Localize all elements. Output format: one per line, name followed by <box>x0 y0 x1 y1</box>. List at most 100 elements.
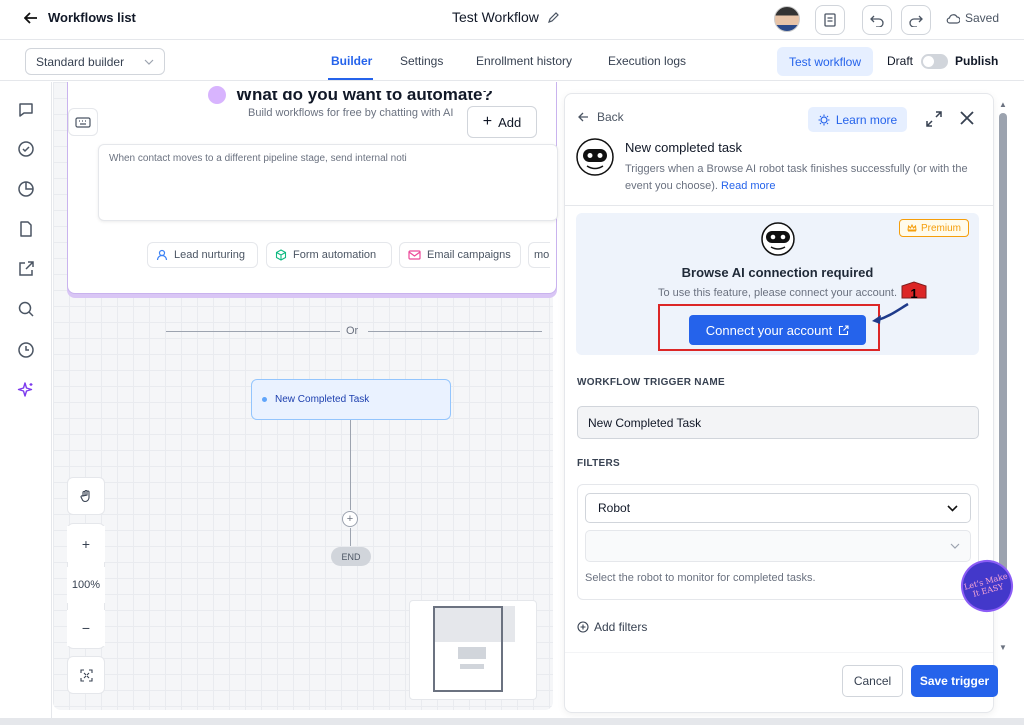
back-to-workflows-link[interactable]: Workflows list <box>24 10 136 25</box>
arrow-left-icon <box>578 112 588 122</box>
pencil-icon[interactable] <box>547 11 560 24</box>
premium-badge: Premium <box>899 219 969 237</box>
history-doc-button[interactable] <box>815 5 845 35</box>
trigger-description: Triggers when a Browse AI robot task fin… <box>625 161 975 195</box>
undo-button[interactable] <box>862 5 892 35</box>
publish-toggle[interactable] <box>921 54 948 69</box>
workflow-title[interactable]: Test Workflow <box>452 9 560 25</box>
chip-lead-nurturing[interactable]: Lead nurturing <box>147 242 258 268</box>
node-label: New Completed Task <box>275 394 370 405</box>
chevron-down-icon <box>144 59 154 65</box>
redo-button[interactable] <box>901 5 931 35</box>
mail-icon <box>408 250 421 260</box>
connect-account-button[interactable]: Connect your account <box>689 315 866 345</box>
left-rail <box>0 82 52 725</box>
test-workflow-button[interactable]: Test workflow <box>777 47 873 76</box>
add-step-button[interactable]: + <box>342 511 358 527</box>
chip-label: Lead nurturing <box>174 249 245 261</box>
file-icon[interactable] <box>17 220 35 238</box>
filters-label: FILTERS <box>577 458 621 469</box>
trigger-title: New completed task <box>625 140 743 155</box>
active-tab-underline <box>328 78 373 80</box>
zoom-in-button[interactable]: + <box>67 526 105 562</box>
panel-back-label: Back <box>597 110 624 124</box>
chevron-down-icon <box>950 543 960 549</box>
zoom-out-button[interactable]: − <box>67 610 105 646</box>
chip-form-automation[interactable]: Form automation <box>266 242 392 268</box>
add-label: Add <box>498 114 522 130</box>
document-icon <box>824 13 836 27</box>
workflow-title-text: Test Workflow <box>452 9 539 25</box>
expand-icon[interactable] <box>925 110 943 128</box>
panel-divider <box>565 205 993 206</box>
connection-title: Browse AI connection required <box>681 265 874 280</box>
sparkle-icon[interactable] <box>17 381 35 399</box>
scroll-up-arrow[interactable]: ▲ <box>999 100 1007 109</box>
divider-line <box>166 331 340 332</box>
builder-mode-select[interactable]: Standard builder <box>25 48 165 75</box>
close-icon[interactable] <box>958 109 976 127</box>
pie-chart-icon[interactable] <box>17 180 35 198</box>
chip-label: Email campaigns <box>427 249 511 261</box>
save-status: Saved <box>946 11 999 25</box>
chip-more[interactable]: mo <box>528 242 550 268</box>
add-button[interactable]: + Add <box>467 106 537 138</box>
learn-more-label: Learn more <box>835 112 898 127</box>
keyboard-icon <box>75 116 91 128</box>
fit-screen-icon <box>79 668 93 682</box>
saved-label: Saved <box>965 11 1000 25</box>
cancel-button[interactable]: Cancel <box>842 665 903 697</box>
trigger-name-label: WORKFLOW TRIGGER NAME <box>577 377 725 388</box>
lightbulb-icon <box>818 114 830 125</box>
or-label: Or <box>346 325 359 337</box>
search-icon[interactable] <box>17 300 35 318</box>
tab-builder[interactable]: Builder <box>331 54 372 68</box>
cloud-icon <box>946 13 960 24</box>
keyboard-button[interactable] <box>68 108 98 136</box>
trigger-description-text: Triggers when a Browse AI robot task fin… <box>625 163 968 192</box>
connector-line <box>350 420 351 510</box>
pan-hand-button[interactable] <box>67 477 105 515</box>
minimap-viewport[interactable] <box>433 606 503 692</box>
redo-icon <box>909 15 923 27</box>
trigger-name-input[interactable]: New Completed Task <box>577 406 979 439</box>
bottom-border <box>0 718 1024 725</box>
panel-back-button[interactable]: Back <box>578 110 624 124</box>
browse-ai-robot-icon <box>576 138 614 176</box>
robot-help-text: Select the robot to monitor for complete… <box>585 572 816 584</box>
end-node: END <box>331 547 371 566</box>
plus-circle-icon <box>577 621 589 633</box>
chevron-down-icon <box>947 504 958 512</box>
chip-label: mo <box>534 249 550 261</box>
ai-prompt-input[interactable]: When contact moves to a different pipeli… <box>98 144 558 221</box>
avatar[interactable] <box>774 6 800 32</box>
add-filters-button[interactable]: Add filters <box>577 620 647 634</box>
scrollbar-thumb[interactable] <box>999 113 1007 603</box>
fit-view-button[interactable] <box>67 656 105 694</box>
chip-label: Form automation <box>293 249 377 261</box>
node-status-dot <box>262 397 267 402</box>
filter-field-select[interactable]: Robot <box>585 493 971 523</box>
tab-settings[interactable]: Settings <box>400 54 443 68</box>
ai-subheading: Build workflows for free by chatting wit… <box>248 107 454 119</box>
robot-value-select[interactable] <box>585 530 971 562</box>
history-icon[interactable] <box>17 341 35 359</box>
chat-icon[interactable] <box>17 101 35 119</box>
connector-line <box>350 528 351 546</box>
check-circle-icon[interactable] <box>17 140 35 158</box>
draft-label: Draft <box>887 54 914 68</box>
premium-label: Premium <box>920 222 961 234</box>
read-more-link[interactable]: Read more <box>721 180 775 192</box>
trigger-node[interactable]: New Completed Task <box>251 379 451 420</box>
chip-email-campaigns[interactable]: Email campaigns <box>399 242 521 268</box>
save-trigger-button[interactable]: Save trigger <box>911 665 998 697</box>
cube-icon <box>275 249 287 261</box>
undo-icon <box>870 15 884 27</box>
tab-execution-logs[interactable]: Execution logs <box>608 54 686 68</box>
external-link-icon[interactable] <box>17 260 35 278</box>
publish-label: Publish <box>955 54 999 68</box>
scroll-down-arrow[interactable]: ▼ <box>999 643 1007 652</box>
person-icon <box>156 249 168 261</box>
learn-more-button[interactable]: Learn more <box>808 107 907 132</box>
tab-enrollment-history[interactable]: Enrollment history <box>476 54 572 68</box>
